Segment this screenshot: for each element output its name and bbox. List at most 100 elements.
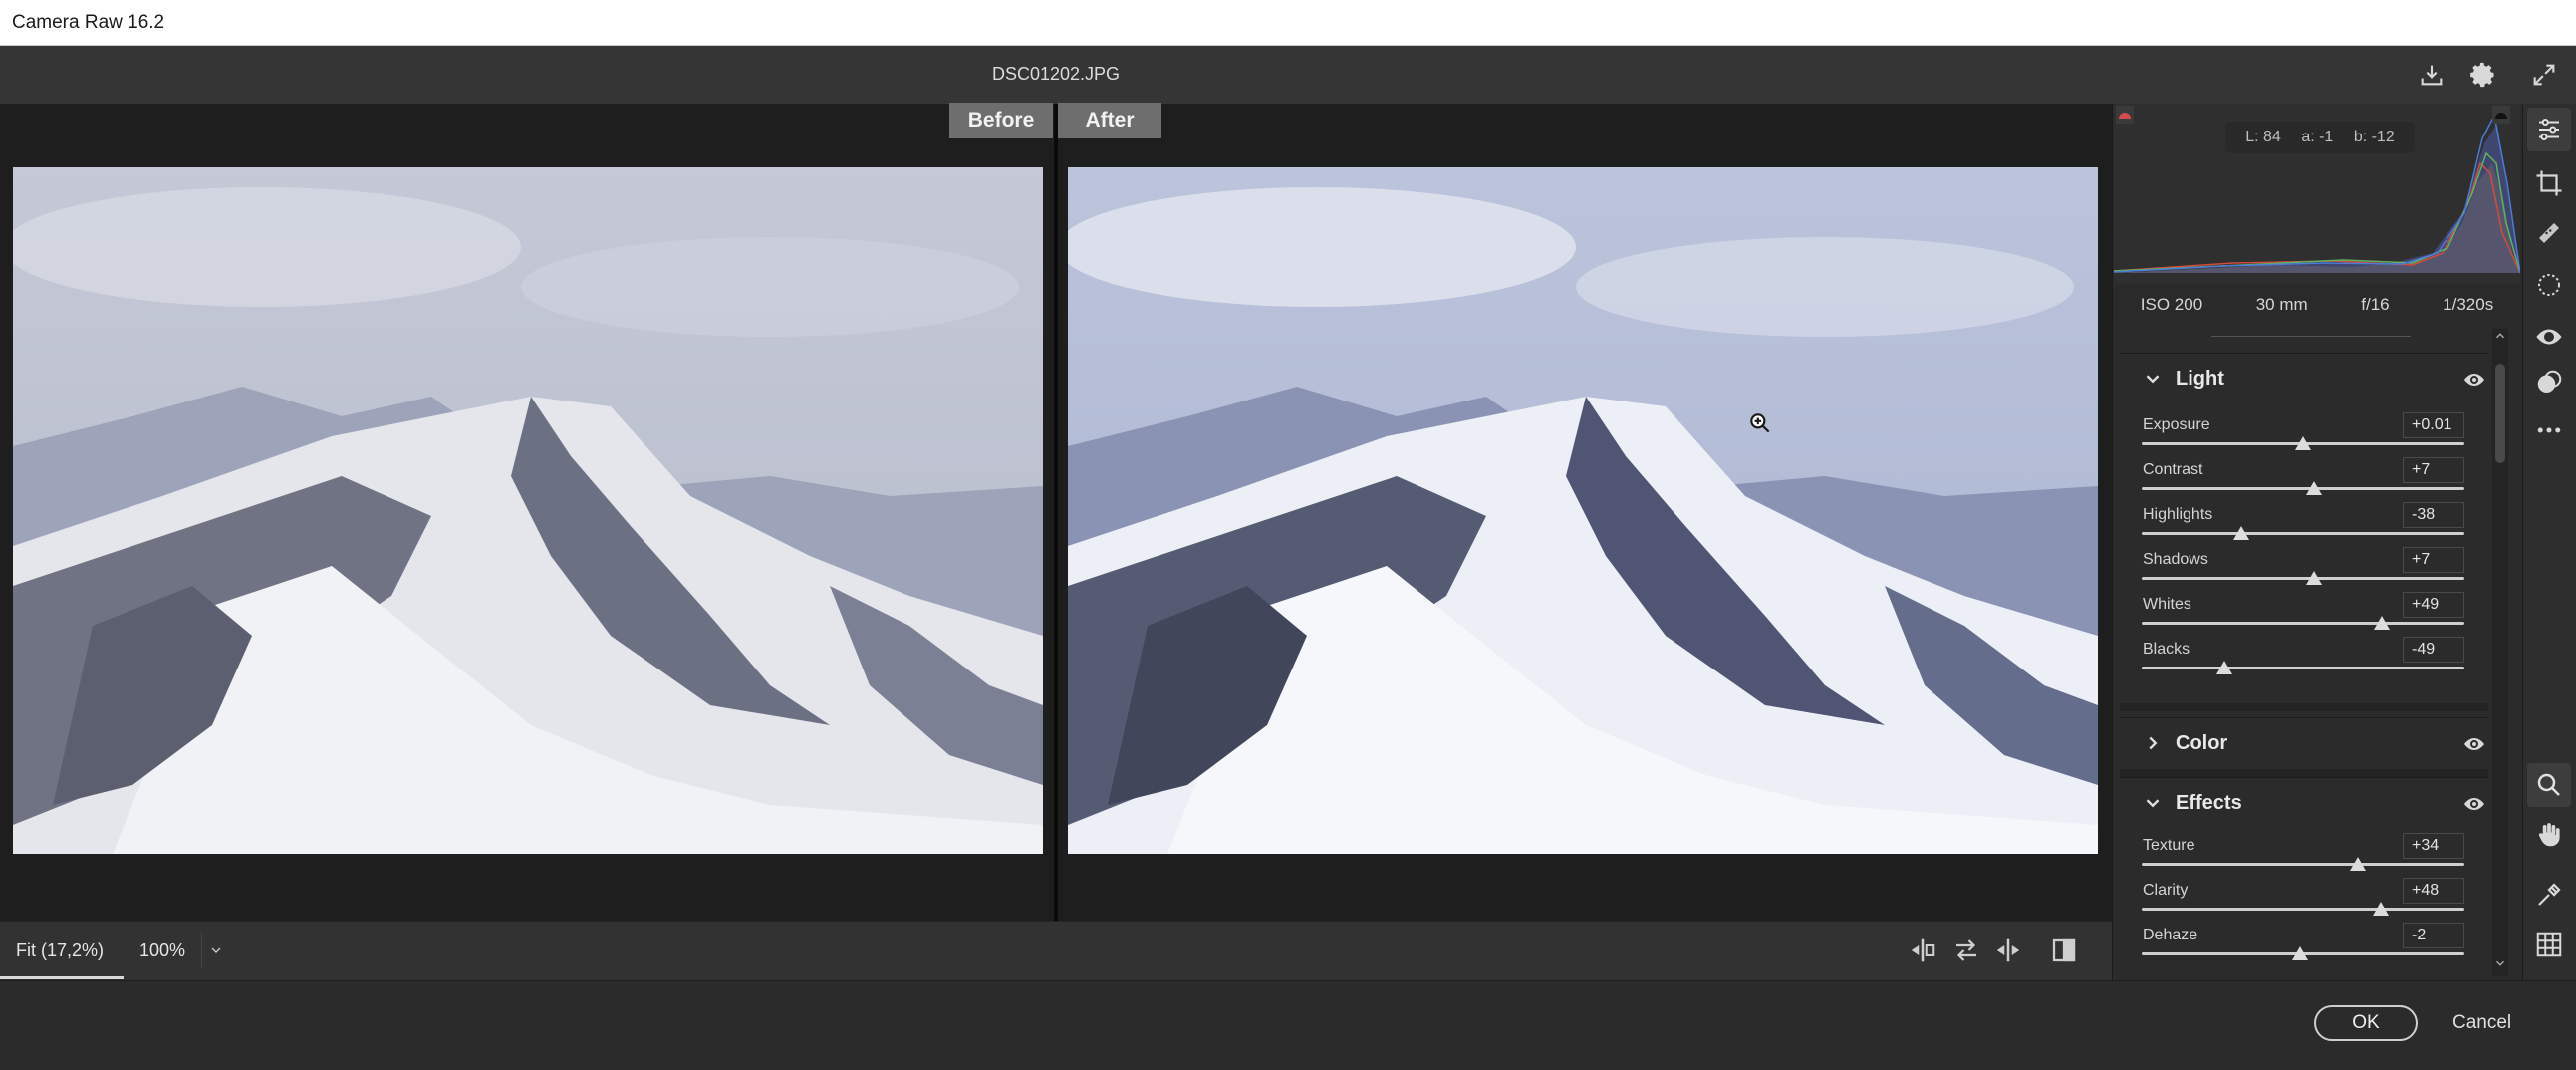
slider-value-field[interactable]: +49 <box>2403 592 2464 618</box>
effects-section-header[interactable]: Effects <box>2120 777 2488 829</box>
slider-thumb[interactable] <box>2350 857 2367 871</box>
presets-icon[interactable] <box>2527 361 2571 404</box>
highlight-clipping-warning-icon[interactable] <box>2492 106 2510 124</box>
slider-thumb[interactable] <box>2372 902 2389 916</box>
slider-thumb[interactable] <box>2291 946 2308 960</box>
slider-track[interactable] <box>2142 532 2464 535</box>
slider-value-field[interactable]: +34 <box>2403 833 2464 859</box>
effects-section-title: Effects <box>2176 792 2242 814</box>
slider-value-field[interactable]: -49 <box>2403 637 2464 663</box>
after-image[interactable] <box>1068 167 2098 854</box>
slider-value-field[interactable]: +7 <box>2403 547 2464 573</box>
white-balance-eyedropper-icon[interactable] <box>2527 873 2571 917</box>
slider-track[interactable] <box>2142 622 2464 625</box>
slider-label: Whites <box>2143 596 2191 613</box>
lab-a-value: a: -1 <box>2301 129 2334 145</box>
slider-value-field[interactable]: +0.01 <box>2403 412 2464 438</box>
slider-track[interactable] <box>2142 487 2464 490</box>
hand-tool-icon[interactable] <box>2527 813 2571 857</box>
partially-hidden-control <box>2211 325 2411 337</box>
grid-overlay-icon[interactable] <box>2527 923 2571 966</box>
slider-thumb[interactable] <box>2215 661 2232 674</box>
slider-label: Blacks <box>2143 641 2190 658</box>
ok-button[interactable]: OK <box>2314 1005 2418 1041</box>
slider-thumb[interactable] <box>2374 616 2391 630</box>
scroll-up-icon[interactable] <box>2493 329 2507 343</box>
section-separator <box>2120 703 2488 711</box>
chevron-right-icon <box>2149 736 2158 750</box>
slider-track[interactable] <box>2142 577 2464 580</box>
before-image[interactable] <box>13 167 1043 854</box>
slider-track[interactable] <box>2142 908 2464 911</box>
panel-scrollbar-thumb[interactable] <box>2495 364 2505 463</box>
slider-track[interactable] <box>2142 667 2464 669</box>
fullscreen-icon[interactable] <box>2527 58 2561 92</box>
slider-dehaze[interactable]: Dehaze -2 <box>2140 923 2464 971</box>
slider-whites[interactable]: Whites +49 <box>2140 592 2464 641</box>
swap-icon[interactable] <box>1948 933 1984 968</box>
slider-track[interactable] <box>2142 863 2464 866</box>
shadow-clipping-warning-icon[interactable] <box>2116 106 2134 124</box>
slider-thumb[interactable] <box>2233 526 2250 540</box>
slider-blacks[interactable]: Blacks -49 <box>2140 637 2464 685</box>
slider-value-field[interactable]: +7 <box>2403 457 2464 483</box>
slider-label: Shadows <box>2143 551 2208 568</box>
slider-value-field[interactable]: -2 <box>2403 923 2464 948</box>
toggle-before-after-icon[interactable] <box>2046 933 2082 968</box>
dialog-footer <box>0 980 2576 1070</box>
gear-icon[interactable] <box>2466 58 2500 92</box>
zoom-fit-underline <box>0 976 124 979</box>
exif-shutter: 1/320s <box>2443 295 2494 314</box>
exif-aperture: f/16 <box>2361 295 2390 314</box>
edit-sliders-icon[interactable] <box>2527 108 2571 151</box>
color-section-header[interactable]: Color <box>2120 717 2488 769</box>
eye-icon[interactable] <box>2462 794 2486 814</box>
before-after-divider[interactable] <box>1054 104 1058 921</box>
slider-thumb[interactable] <box>2295 436 2312 450</box>
file-name: DSC01202.JPG <box>991 64 1121 84</box>
slider-texture[interactable]: Texture +34 <box>2140 833 2464 882</box>
after-label: After <box>1058 103 1161 138</box>
lab-b-value: b: -12 <box>2353 129 2395 145</box>
scroll-down-icon[interactable] <box>2493 956 2507 970</box>
light-section-header[interactable]: Light <box>2120 353 2488 404</box>
more-icon[interactable] <box>2527 408 2571 452</box>
chevron-down-icon <box>2146 799 2160 808</box>
window-title: Camera Raw 16.2 <box>12 12 165 33</box>
eye-icon[interactable] <box>2462 370 2486 390</box>
slider-shadows[interactable]: Shadows +7 <box>2140 547 2464 596</box>
crop-icon[interactable] <box>2527 161 2571 205</box>
exif-iso: ISO 200 <box>2140 295 2203 314</box>
slider-label: Texture <box>2143 837 2195 854</box>
slider-exposure[interactable]: Exposure +0.01 <box>2140 412 2464 461</box>
lab-l-value: L: 84 <box>2245 129 2281 145</box>
healing-icon[interactable] <box>2527 211 2571 255</box>
masking-icon[interactable] <box>2527 263 2571 307</box>
zoom-100-button[interactable]: 100% <box>139 935 185 966</box>
slider-thumb[interactable] <box>2306 481 2323 495</box>
slider-clarity[interactable]: Clarity +48 <box>2140 878 2464 927</box>
eye-icon[interactable] <box>2462 734 2486 754</box>
lab-readout: L: 84 a: -1 b: -12 <box>2225 122 2415 153</box>
slider-value-field[interactable]: +48 <box>2403 878 2464 904</box>
before-label: Before <box>949 103 1053 138</box>
slider-contrast[interactable]: Contrast +7 <box>2140 457 2464 506</box>
zoom-cursor-icon <box>1747 410 1773 436</box>
zoom-tool-icon[interactable] <box>2527 763 2571 807</box>
copy-settings-icon[interactable] <box>1990 933 2026 968</box>
red-eye-icon[interactable] <box>2527 315 2571 359</box>
chevron-down-icon <box>211 947 220 953</box>
light-section-title: Light <box>2176 368 2224 390</box>
slider-label: Clarity <box>2143 882 2189 899</box>
slider-thumb[interactable] <box>2306 571 2323 585</box>
cycle-before-after-icon[interactable] <box>1905 933 1940 968</box>
viewer-bottom-bar <box>0 921 2112 980</box>
zoom-dropdown[interactable] <box>201 933 229 968</box>
slider-value-field[interactable]: -38 <box>2403 502 2464 528</box>
exif-info: ISO 200 30 mm f/16 1/320s <box>2114 285 2520 325</box>
cancel-button[interactable]: Cancel <box>2452 1005 2522 1041</box>
zoom-fit-button[interactable]: Fit (17,2%) <box>16 935 104 966</box>
save-image-icon[interactable] <box>2415 58 2448 92</box>
slider-highlights[interactable]: Highlights -38 <box>2140 502 2464 551</box>
section-separator <box>2120 769 2488 777</box>
